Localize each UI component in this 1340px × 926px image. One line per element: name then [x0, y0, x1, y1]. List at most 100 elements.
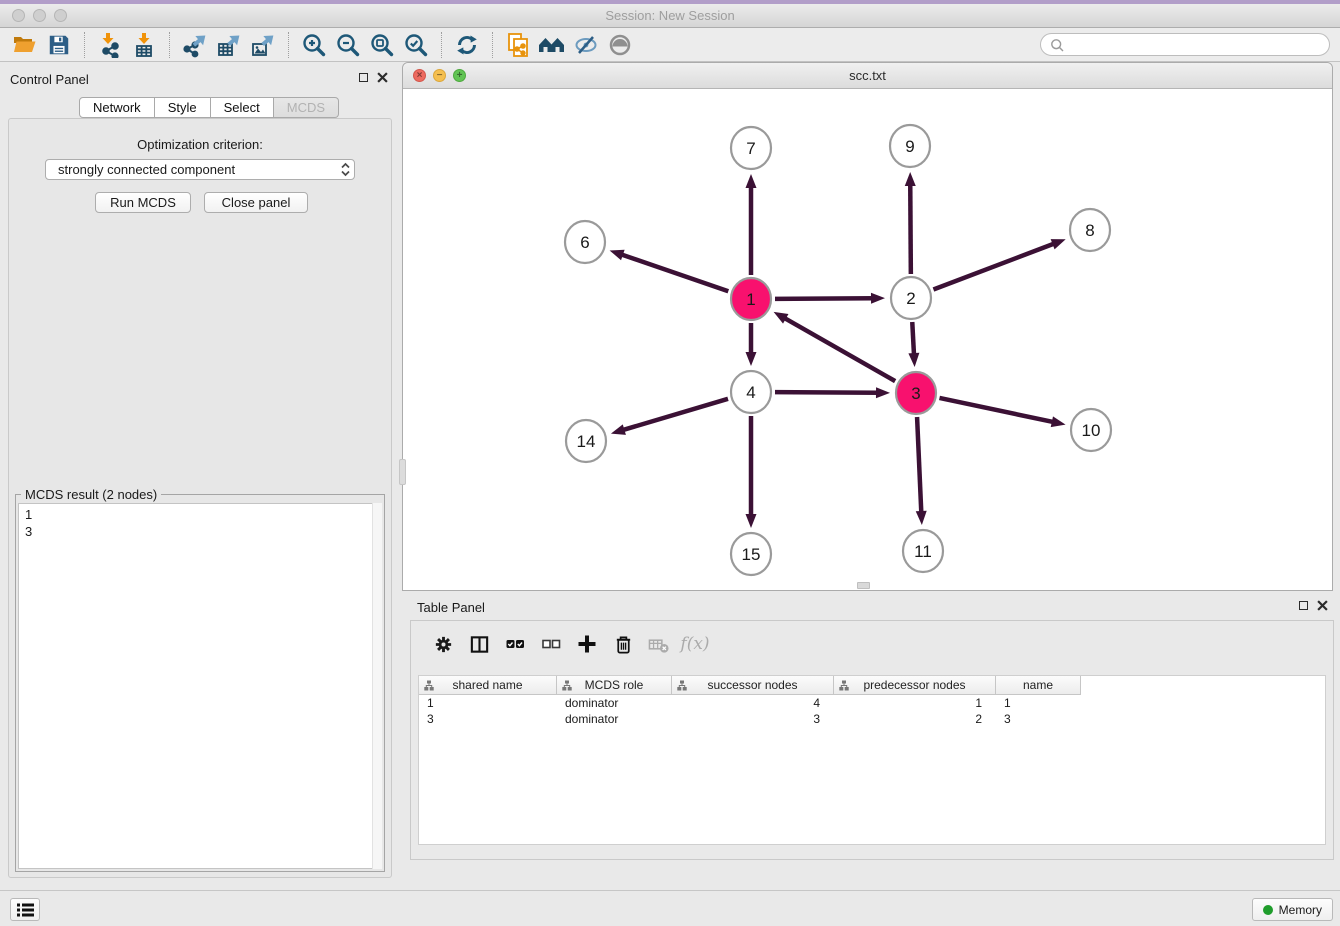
table-panel: Table Panel	[402, 594, 1340, 890]
mcds-result-line: 3	[25, 523, 375, 540]
graph-edge-2-3[interactable]	[912, 322, 914, 356]
column-header-MCDS-role[interactable]: MCDS role	[557, 676, 672, 695]
table-cell[interactable]: dominator	[557, 711, 672, 727]
show-annotations-button[interactable]	[603, 30, 637, 60]
open-session-button[interactable]	[8, 30, 42, 60]
mcds-result-text[interactable]: 13	[18, 503, 382, 869]
column-header-predecessor-nodes[interactable]: predecessor nodes	[834, 676, 996, 695]
clone-network-button[interactable]	[501, 30, 535, 60]
save-session-button[interactable]	[42, 30, 76, 60]
mcds-result-group: MCDS result (2 nodes) 13	[15, 494, 385, 872]
result-scrollbar[interactable]	[372, 503, 382, 869]
float-panel-icon[interactable]	[1299, 601, 1308, 610]
zoom-window-button[interactable]	[54, 9, 67, 22]
export-image-button[interactable]	[246, 30, 280, 60]
table-cell[interactable]: 1	[834, 695, 996, 711]
memory-button[interactable]: Memory	[1252, 898, 1333, 921]
show-column-button[interactable]	[461, 628, 497, 660]
network-graph: 7968124314101511	[403, 90, 1332, 590]
fx-icon: f(x)	[680, 634, 709, 654]
table-cell[interactable]: 4	[672, 695, 834, 711]
select-all-button[interactable]	[497, 628, 533, 660]
function-builder-button[interactable]: f(x)	[677, 628, 713, 660]
graph-node-label: 15	[742, 545, 761, 564]
column-header-label: shared name	[452, 678, 522, 692]
table-row[interactable]: 1dominator411	[419, 695, 1325, 711]
graph-edge-2-9[interactable]	[910, 183, 911, 274]
close-window-button[interactable]	[12, 9, 25, 22]
graph-edge-arrowhead	[774, 312, 789, 324]
tab-network[interactable]: Network	[79, 97, 155, 118]
first-neighbors-button[interactable]	[535, 30, 569, 60]
close-panel-icon[interactable]	[1317, 600, 1328, 611]
graph-edge-3-11[interactable]	[917, 417, 921, 514]
close-network-button[interactable]: ×	[413, 69, 426, 82]
graph-node-label: 6	[580, 233, 589, 252]
table-settings-button[interactable]	[425, 628, 461, 660]
export-network-button[interactable]	[178, 30, 212, 60]
graph-edge-arrowhead	[905, 172, 916, 186]
minimize-window-button[interactable]	[33, 9, 46, 22]
add-row-button[interactable]	[569, 628, 605, 660]
search-field[interactable]	[1040, 33, 1330, 56]
tab-style[interactable]: Style	[155, 97, 211, 118]
table-body: 1dominator4113dominator323	[419, 695, 1325, 727]
delete-row-button[interactable]	[605, 628, 641, 660]
import-table-button[interactable]	[127, 30, 161, 60]
deselect-all-button[interactable]	[533, 628, 569, 660]
zoom-out-button[interactable]	[331, 30, 365, 60]
table-cell[interactable]: 1	[419, 695, 557, 711]
close-panel-icon[interactable]	[377, 72, 388, 83]
control-panel-tabs: Network Style Select MCDS	[79, 97, 339, 118]
table-cell[interactable]: dominator	[557, 695, 672, 711]
table-cell[interactable]: 3	[419, 711, 557, 727]
refresh-view-button[interactable]	[450, 30, 484, 60]
table-cell[interactable]: 3	[996, 711, 1081, 727]
table-cell[interactable]: 2	[834, 711, 996, 727]
graph-edge-3-1[interactable]	[783, 317, 895, 381]
graph-edge-arrowhead	[876, 387, 890, 398]
column-network-icon	[424, 680, 434, 694]
show-panels-button[interactable]	[10, 898, 40, 921]
zoom-fit-button[interactable]	[365, 30, 399, 60]
clone-network-icon	[505, 32, 531, 58]
network-canvas[interactable]: 7968124314101511	[403, 90, 1332, 590]
export-table-button[interactable]	[212, 30, 246, 60]
table-row[interactable]: 3dominator323	[419, 711, 1325, 727]
control-panel-title: Control Panel	[10, 72, 89, 87]
horizontal-splitter-handle[interactable]	[857, 582, 870, 589]
close-panel-button[interactable]: Close panel	[204, 192, 308, 213]
zoom-in-button[interactable]	[297, 30, 331, 60]
import-network-button[interactable]	[93, 30, 127, 60]
clear-table-button[interactable]	[641, 628, 677, 660]
graph-edge-4-3[interactable]	[775, 392, 879, 393]
vertical-splitter-handle[interactable]	[399, 459, 406, 485]
graph-edge-1-2[interactable]	[775, 298, 874, 299]
hide-annotations-button[interactable]	[569, 30, 603, 60]
table-cell[interactable]: 3	[672, 711, 834, 727]
run-mcds-button[interactable]: Run MCDS	[95, 192, 191, 213]
optimization-criterion-select[interactable]: strongly connected component	[45, 159, 355, 180]
graph-node-label: 10	[1082, 421, 1101, 440]
zoom-in-icon	[301, 32, 327, 58]
graph-edge-1-6[interactable]	[620, 254, 728, 291]
zoom-selected-button[interactable]	[399, 30, 433, 60]
tab-mcds[interactable]: MCDS	[274, 97, 339, 118]
graph-edge-2-8[interactable]	[933, 243, 1055, 289]
graph-edge-4-14[interactable]	[621, 399, 728, 431]
minimize-network-button[interactable]: −	[433, 69, 446, 82]
float-panel-icon[interactable]	[359, 73, 368, 82]
column-header-name[interactable]: name	[996, 676, 1081, 695]
zoom-network-button[interactable]: +	[453, 69, 466, 82]
search-input[interactable]	[1069, 38, 1321, 52]
column-header-shared-name[interactable]: shared name	[419, 676, 557, 695]
table-cell[interactable]: 1	[996, 695, 1081, 711]
column-header-successor-nodes[interactable]: successor nodes	[672, 676, 834, 695]
gear-icon	[433, 634, 454, 655]
graph-edge-arrowhead	[916, 511, 927, 525]
graph-edge-3-10[interactable]	[939, 398, 1054, 422]
column-header-label: predecessor nodes	[863, 678, 965, 692]
houses-icon	[538, 32, 566, 58]
tab-select[interactable]: Select	[211, 97, 274, 118]
network-window-titlebar[interactable]: × − + scc.txt	[403, 63, 1332, 89]
